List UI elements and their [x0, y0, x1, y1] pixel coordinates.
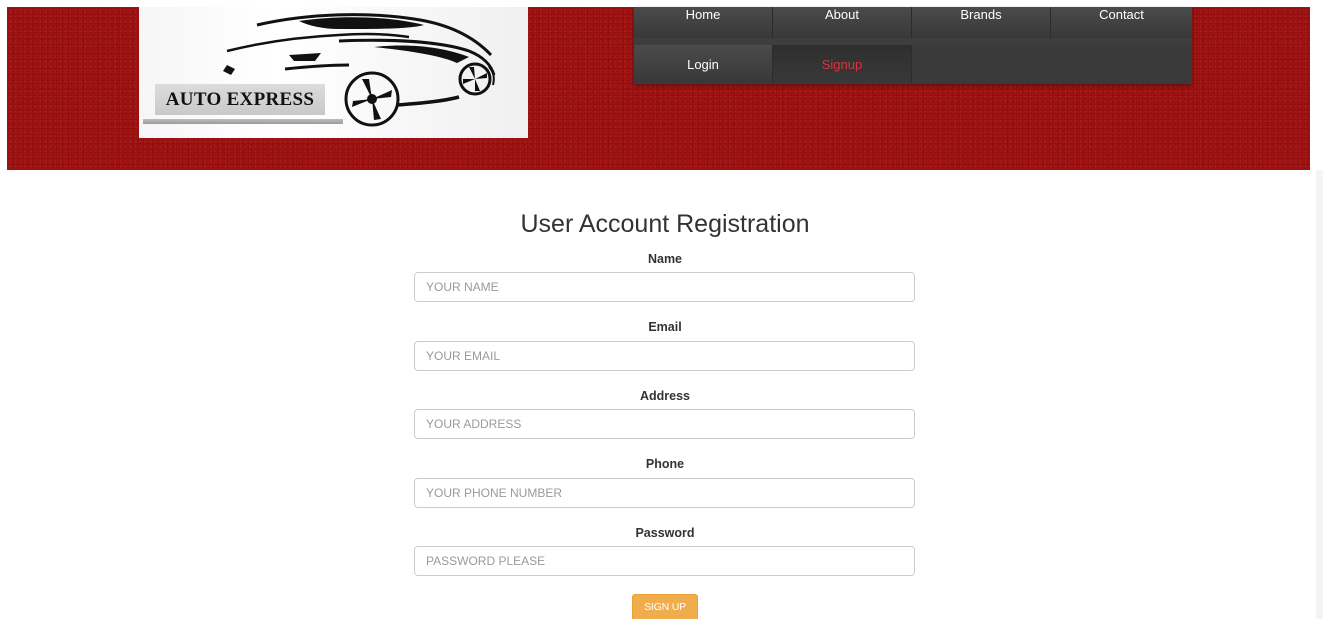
nav-item-home[interactable]: Home: [634, 7, 773, 38]
nav-item-brands[interactable]: Brands: [912, 7, 1051, 38]
site-header: AUTO EXPRESS Home About Brands Contact L…: [7, 7, 1310, 170]
phone-input[interactable]: [414, 478, 915, 508]
name-label: Name: [647, 252, 683, 266]
logo-underline: [143, 119, 343, 124]
signup-button[interactable]: SIGN UP: [632, 594, 698, 619]
address-label: Address: [639, 389, 691, 403]
page-scrollbar[interactable]: [1316, 170, 1323, 619]
address-input[interactable]: [414, 409, 915, 439]
page-title: User Account Registration: [520, 210, 810, 238]
page: AUTO EXPRESS Home About Brands Contact L…: [0, 0, 1323, 619]
name-input[interactable]: [414, 272, 915, 302]
phone-label: Phone: [645, 457, 685, 471]
nav-empty-cell: [912, 45, 1192, 84]
main-nav: Home About Brands Contact Login Signup: [634, 7, 1192, 84]
brand-logo[interactable]: AUTO EXPRESS: [139, 7, 528, 138]
email-input[interactable]: [414, 341, 915, 371]
email-label: Email: [648, 320, 682, 334]
nav-item-signup[interactable]: Signup: [773, 45, 912, 83]
nav-item-contact[interactable]: Contact: [1051, 7, 1192, 38]
logo-text: AUTO EXPRESS: [155, 84, 325, 115]
password-label: Password: [635, 526, 695, 540]
nav-item-about[interactable]: About: [773, 7, 912, 38]
nav-item-login[interactable]: Login: [634, 45, 773, 83]
password-input[interactable]: [414, 546, 915, 576]
